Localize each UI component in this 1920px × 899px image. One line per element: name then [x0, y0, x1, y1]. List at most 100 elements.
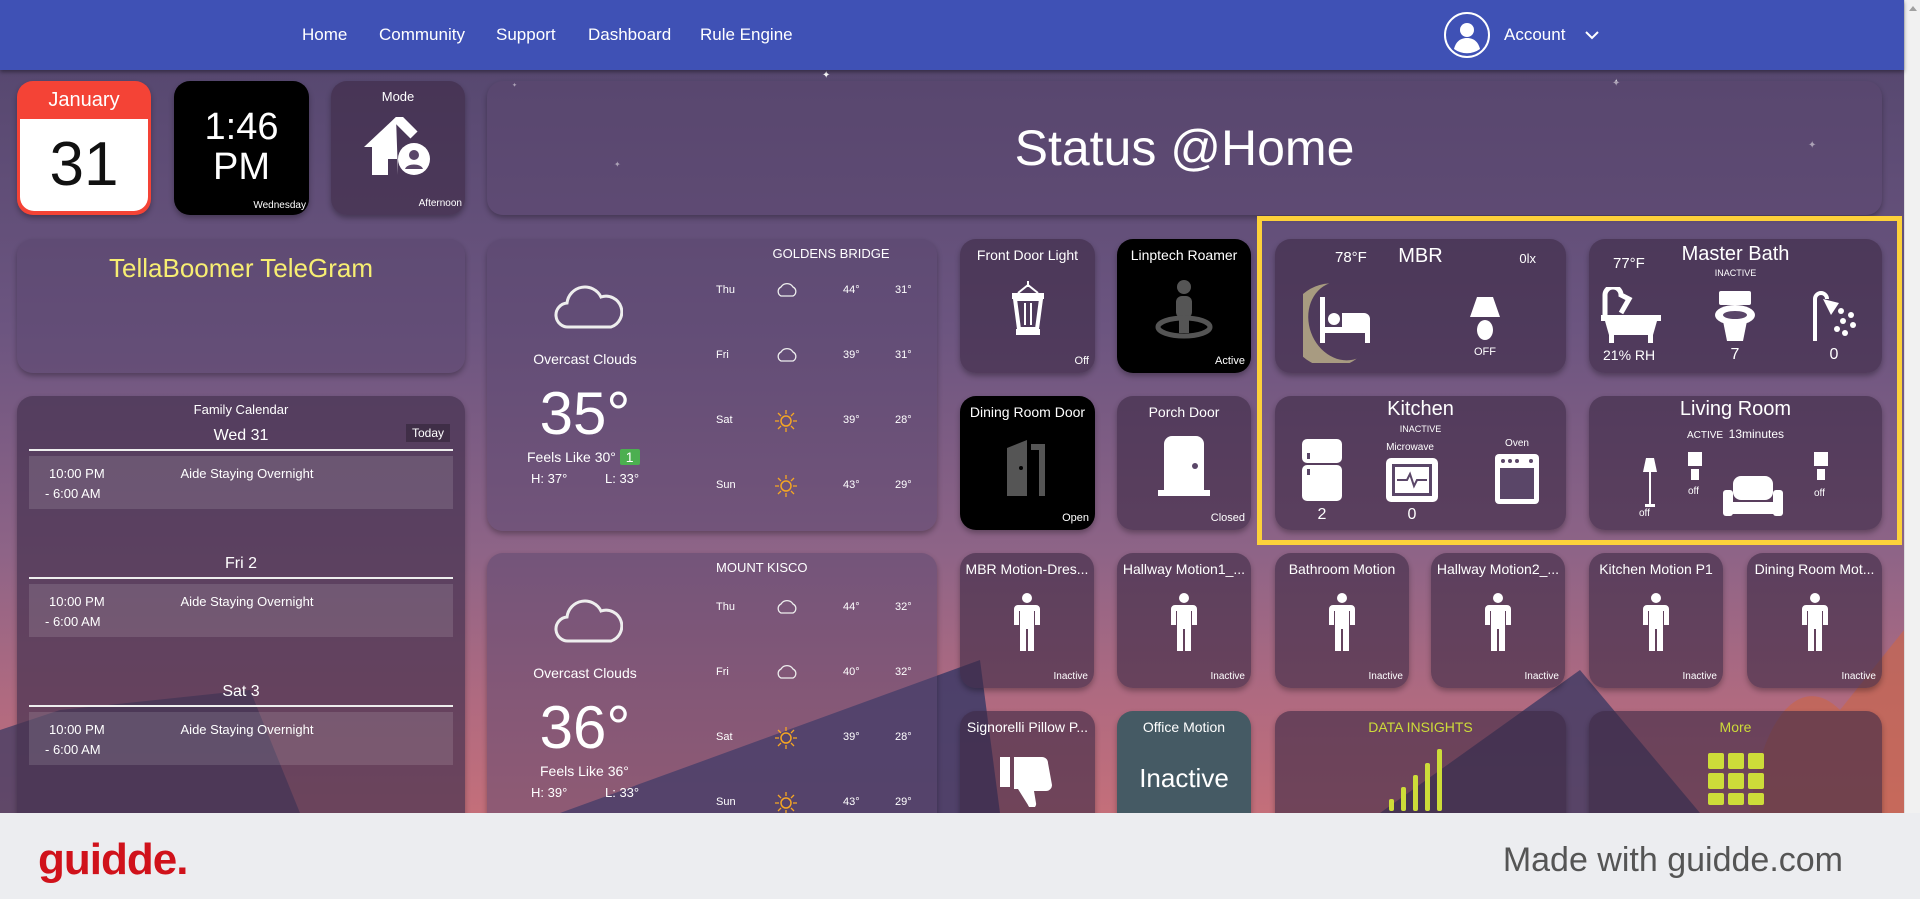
- tile-status: Inactive: [1210, 671, 1245, 682]
- telegram-tile[interactable]: TellaBoomer TeleGram: [17, 239, 465, 373]
- forecast-high: 43°: [843, 479, 860, 491]
- table-lamp-icon[interactable]: [1814, 452, 1828, 482]
- forecast-row: Sun 43° 29°: [707, 792, 917, 814]
- telegram-title: TellaBoomer TeleGram: [109, 253, 373, 283]
- chevron-down-icon: [1585, 31, 1599, 40]
- dining-room-door-tile[interactable]: Dining Room Door Open: [960, 396, 1095, 530]
- calendar-event[interactable]: 10:00 PM - 6:00 AM Aide Staying Overnight: [29, 584, 453, 637]
- person-location-icon: [1155, 280, 1213, 339]
- mode-tile[interactable]: Mode Afternoon: [331, 81, 465, 215]
- floor-lamp-icon[interactable]: [1643, 458, 1657, 508]
- forecast-low: 31°: [895, 284, 912, 296]
- forecast-high: 39°: [843, 731, 860, 743]
- calendar-day: Fri 2 10:00 PM - 6:00 AM Aide Staying Overn…: [29, 549, 453, 637]
- front-door-light-tile[interactable]: Front Door Light Off: [960, 239, 1095, 373]
- motion-sensor-tile[interactable]: Bathroom Motion Inactive: [1275, 553, 1409, 688]
- event-end: - 6:00 AM: [45, 742, 101, 757]
- alert-badge[interactable]: 1: [619, 449, 640, 465]
- person-icon: [1483, 593, 1513, 656]
- event-title: Aide Staying Overnight: [180, 594, 314, 609]
- table-lamp-icon[interactable]: [1688, 452, 1702, 482]
- motion-sensor-tile[interactable]: MBR Motion-Dres... Inactive: [960, 553, 1094, 688]
- lantern-icon: [1011, 281, 1044, 335]
- microwave-label: Microwave: [1386, 442, 1434, 453]
- account-menu[interactable]: Account: [1443, 10, 1623, 60]
- calendar-event[interactable]: 10:00 PM - 6:00 AM Aide Staying Overnight: [29, 712, 453, 765]
- sun-icon: [775, 727, 797, 754]
- nav-home[interactable]: Home: [302, 25, 347, 45]
- motion-sensor-tile[interactable]: Kitchen Motion P1 Inactive: [1589, 553, 1723, 688]
- nav-community[interactable]: Community: [379, 25, 465, 45]
- tile-title: Front Door Light: [976, 247, 1079, 263]
- cloud-icon: [553, 281, 624, 336]
- home-person-icon: [364, 117, 430, 175]
- tile-title: Hallway Motion1_...: [1122, 561, 1246, 577]
- person-icon: [1169, 593, 1199, 656]
- forecast-low: 28°: [895, 414, 912, 426]
- grid-menu-icon: [1707, 753, 1764, 805]
- event-start: 10:00 PM: [49, 594, 105, 609]
- person-icon: [1327, 593, 1357, 656]
- forecast-day: Thu: [716, 601, 735, 613]
- current-temperature: 35°: [539, 380, 631, 447]
- scrollbar[interactable]: [1904, 0, 1920, 813]
- scroll-up-icon[interactable]: [1909, 6, 1917, 11]
- room-lux: 0lx: [1519, 251, 1536, 266]
- sofa-icon: [1723, 476, 1783, 516]
- weather-card[interactable]: MOUNT KISCO Overcast Clouds 36° Feels Li…: [487, 553, 937, 853]
- feels-like: Feels Like 36°: [540, 763, 629, 779]
- oven-label: Oven: [1505, 438, 1529, 449]
- tile-status: Inactive: [1682, 671, 1717, 682]
- tile-status: Inactive: [1139, 763, 1229, 793]
- tile-title: Signorelli Pillow P...: [966, 719, 1089, 735]
- thumbs-down-icon: [999, 757, 1052, 807]
- porch-door-tile[interactable]: Porch Door Closed: [1117, 396, 1251, 530]
- sun-icon: [775, 475, 797, 502]
- tile-title: Dining Room Door: [969, 404, 1086, 420]
- room-temperature: 77°F: [1613, 255, 1645, 272]
- lamp-status: off: [1639, 508, 1650, 519]
- room-state-line: ACTIVE 13minutes: [1589, 427, 1882, 441]
- clock-weekday: Wednesday: [253, 200, 306, 211]
- forecast-row: Fri 40° 32°: [707, 662, 917, 684]
- day-number: 31: [20, 119, 148, 211]
- feels-like: Feels Like 30° 1: [527, 449, 640, 465]
- master-bath-room-tile[interactable]: Master Bath INACTIVE 77°F 21% RH 7 0: [1589, 239, 1882, 373]
- toilet-icon: [1715, 291, 1755, 341]
- star-icon: ✦: [822, 70, 831, 81]
- living-room-tile[interactable]: Living Room ACTIVE 13minutes off off off: [1589, 396, 1882, 530]
- tile-title: Office Motion: [1142, 719, 1226, 735]
- nav-support[interactable]: Support: [496, 25, 556, 45]
- cloud-icon: [775, 662, 797, 685]
- account-label: Account: [1504, 25, 1566, 44]
- linptech-roamer-tile[interactable]: Linptech Roamer Active: [1117, 239, 1251, 373]
- motion-sensor-tile[interactable]: Hallway Motion1_... Inactive: [1117, 553, 1251, 688]
- nav-rule-engine[interactable]: Rule Engine: [700, 25, 793, 45]
- tile-title: Kitchen Motion P1: [1599, 561, 1713, 577]
- room-title: Kitchen: [1387, 398, 1454, 420]
- cloud-icon: [775, 280, 797, 303]
- forecast-high: 44°: [843, 284, 860, 296]
- kitchen-room-tile[interactable]: Kitchen INACTIVE 2 Microwave 0 Oven: [1275, 396, 1566, 530]
- calendar-day: Sat 3 10:00 PM - 6:00 AM Aide Staying Overn…: [29, 677, 453, 765]
- motion-sensor-tile[interactable]: Hallway Motion2_... Inactive: [1431, 553, 1565, 688]
- mbr-room-tile[interactable]: MBR 78°F 0lx OFF: [1275, 239, 1566, 373]
- feels-like-text: Feels Like 30°: [527, 449, 616, 465]
- tile-status: Inactive: [1368, 671, 1403, 682]
- forecast-low: 28°: [895, 731, 912, 743]
- motion-sensor-tile[interactable]: Dining Room Mot... Inactive: [1747, 553, 1882, 688]
- calendar-event[interactable]: 10:00 PM - 6:00 AM Aide Staying Overnight: [29, 456, 453, 509]
- weather-condition: Overcast Clouds: [533, 351, 637, 367]
- forecast-high: 40°: [843, 666, 860, 678]
- forecast-row: Sun 43° 29°: [707, 475, 917, 497]
- status-banner: Status @Home: [487, 81, 1882, 215]
- tile-title: Linptech Roamer: [1130, 247, 1238, 263]
- forecast-day: Sun: [716, 479, 736, 491]
- nav-dashboard[interactable]: Dashboard: [588, 25, 671, 45]
- guidde-logo: guidde.: [38, 835, 188, 884]
- room-title: Living Room: [1679, 398, 1792, 420]
- weather-card[interactable]: GOLDENS BRIDGE Overcast Clouds 35° Feels…: [487, 239, 937, 531]
- tile-title: MBR Motion-Dres...: [965, 561, 1089, 577]
- room-state: INACTIVE: [1399, 424, 1442, 434]
- family-calendar: Family Calendar Today Wed 31 10:00 PM - 6:…: [17, 396, 465, 836]
